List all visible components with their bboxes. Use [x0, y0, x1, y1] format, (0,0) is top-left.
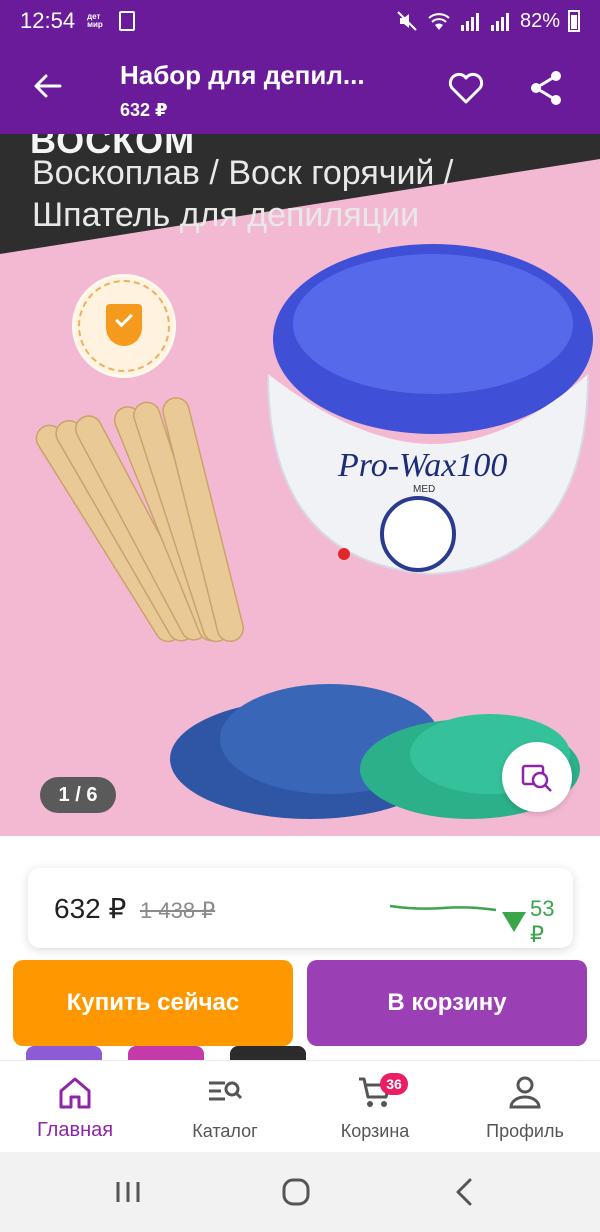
price-drop-value: 53 ₽	[530, 896, 555, 947]
home-icon	[59, 1077, 91, 1109]
profile-icon	[509, 1076, 541, 1109]
product-image-gallery[interactable]: ВОСКОМ Воскоплав / Воск горячий / Шпател…	[0, 134, 600, 836]
certified-seal-icon	[72, 274, 176, 378]
tab-profile[interactable]: Профиль	[450, 1061, 600, 1153]
tab-catalog[interactable]: Каталог	[150, 1061, 300, 1153]
battery-percent: 82%	[519, 9, 560, 32]
app-bar: Набор для депил... 632 ₽	[0, 42, 600, 134]
wifi-icon	[428, 13, 450, 30]
back-arrow-icon[interactable]	[30, 68, 66, 104]
mute-icon	[397, 11, 417, 31]
tab-label: Каталог	[192, 1121, 258, 1141]
device-label: Pro-Wax100	[337, 447, 507, 484]
thumbnail[interactable]	[230, 1046, 306, 1060]
share-icon[interactable]	[526, 68, 566, 108]
price-card[interactable]: 632 ₽ 1 438 ₽ 53 ₽	[28, 868, 573, 948]
recent-apps-icon[interactable]	[108, 1172, 148, 1212]
tab-home[interactable]: Главная	[0, 1061, 150, 1153]
status-bar: 12:54 дет мир 82%	[0, 0, 600, 42]
signal-icon	[460, 13, 479, 31]
system-nav-bar	[0, 1152, 600, 1232]
wax-heater-image: Pro-Wax100 MED	[267, 244, 593, 576]
app-notification-icon: дет мир	[87, 12, 103, 29]
image-caption-line1: Воскоплав / Воск горячий /	[32, 154, 454, 192]
tab-label: Профиль	[486, 1121, 564, 1141]
knob-label: MED	[413, 484, 435, 495]
image-search-button[interactable]	[502, 742, 572, 812]
tab-cart[interactable]: 36 Корзина	[300, 1061, 450, 1153]
sim-icon	[119, 11, 136, 31]
status-time: 12:54	[20, 8, 76, 33]
bottom-tab-bar: Главная Каталог 36 Корзина Профиль	[0, 1060, 600, 1152]
thumbnail[interactable]	[26, 1046, 102, 1060]
back-nav-icon[interactable]	[444, 1172, 484, 1212]
app-bar-price: 632 ₽	[120, 100, 168, 120]
product-title: Набор для депил...	[120, 60, 365, 90]
home-nav-icon[interactable]	[276, 1172, 316, 1212]
cart-count-badge: 36	[380, 1073, 408, 1095]
favorite-heart-icon[interactable]	[446, 68, 486, 108]
battery-icon	[568, 10, 580, 32]
tab-label: Главная	[36, 1119, 114, 1141]
image-caption-line2: Шпатель для депиляции	[32, 196, 420, 234]
image-counter: 1 / 6	[40, 777, 116, 813]
signal-2-icon	[490, 13, 509, 31]
old-price: 1 438 ₽	[140, 898, 216, 923]
wooden-spatulas-image	[35, 397, 244, 643]
buy-now-button[interactable]: Купить сейчас	[13, 960, 293, 1046]
current-price: 632 ₽	[54, 893, 127, 924]
price-trend-icon	[389, 904, 497, 912]
status-right: 82%	[396, 10, 580, 33]
price-down-icon	[502, 912, 526, 932]
thumbnail[interactable]	[128, 1046, 204, 1060]
image-search-icon	[521, 764, 552, 792]
add-to-cart-button[interactable]: В корзину	[307, 960, 587, 1046]
catalog-search-icon	[209, 1081, 243, 1101]
price-drop: 53 ₽	[502, 896, 573, 948]
related-thumbnails	[0, 1046, 600, 1060]
tab-label: Корзина	[340, 1121, 410, 1141]
